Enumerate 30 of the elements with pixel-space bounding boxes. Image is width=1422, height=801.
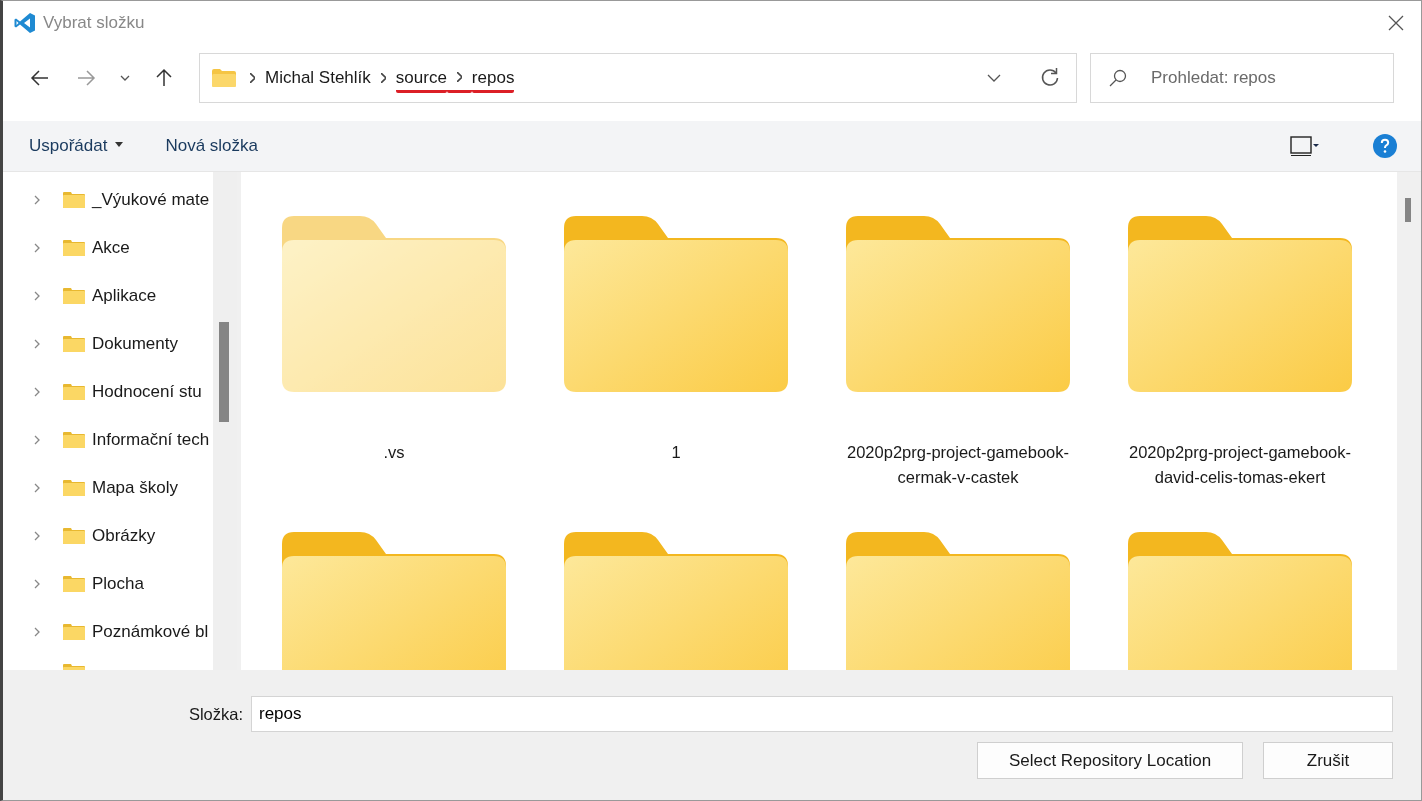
folder-name: .vs (382, 442, 406, 463)
organize-button[interactable]: Uspořádat (15, 132, 138, 160)
address-bar[interactable]: Michal Stehlík source repos (199, 53, 1077, 103)
sidebar-item[interactable]: Aplikace (3, 272, 213, 320)
folder-item[interactable]: .vs (269, 216, 519, 532)
sidebar-item[interactable]: Akce (3, 224, 213, 272)
sidebar-item[interactable]: Obrázky (3, 512, 213, 560)
folder-label: Složka: (188, 704, 243, 724)
window-title: Vybrat složku (43, 13, 145, 33)
folder-item[interactable]: 1 (551, 216, 801, 532)
new-folder-button[interactable]: Nová složka (151, 132, 273, 160)
breadcrumb[interactable]: repos (471, 63, 515, 93)
sidebar-item[interactable]: Plocha (3, 560, 213, 608)
sidebar-item[interactable]: Poznámkové bl (3, 608, 213, 656)
sidebar-item[interactable]: _Výukové mate (3, 176, 213, 224)
breadcrumb[interactable]: Michal Stehlík (265, 63, 371, 93)
folder-name: 1 (670, 442, 682, 463)
folder-item[interactable]: 2020p2prg-project-gamebook-cermak-v-castek (833, 216, 1083, 532)
sidebar-item[interactable]: Mapa školy (3, 464, 213, 512)
folder-item[interactable]: 2020p2prg-project-gamebook-david-celis-tomas-ekert (1115, 216, 1365, 532)
sidebar-item[interactable]: Informační tech (3, 416, 213, 464)
folder-name-field[interactable]: repos (251, 696, 1393, 732)
folder-name: 2020p2prg-project-gamebook-cermak-v-castek (846, 442, 1070, 488)
folder-name: 2020p2prg-project-gamebook-david-celis-tomas-ekert (1128, 442, 1352, 488)
breadcrumb[interactable]: source (395, 63, 447, 93)
search-field[interactable]: Prohledat: repos (1090, 53, 1394, 103)
sidebar-item[interactable]: Hodnocení stu (3, 368, 213, 416)
select-button[interactable]: Select Repository Location (977, 742, 1243, 779)
cancel-button[interactable]: Zrušit (1263, 742, 1393, 779)
sidebar-item[interactable]: Dokumenty (3, 320, 213, 368)
